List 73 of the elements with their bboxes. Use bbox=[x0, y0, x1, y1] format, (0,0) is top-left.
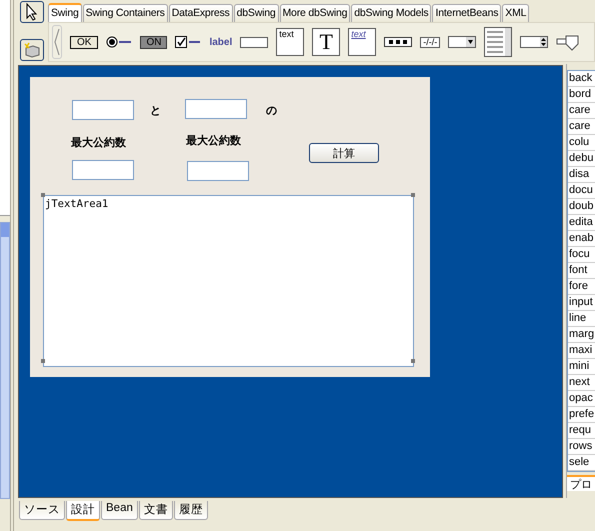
form-label: 最大公約数 bbox=[186, 133, 241, 148]
property-name[interactable]: colu bbox=[568, 135, 595, 151]
property-name[interactable]: mini bbox=[568, 359, 595, 375]
property-name[interactable]: font bbox=[568, 263, 595, 279]
property-name[interactable]: bord bbox=[568, 87, 595, 103]
property-name[interactable]: prefe bbox=[568, 407, 595, 423]
form-label: の bbox=[266, 103, 277, 118]
list-icon[interactable] bbox=[484, 27, 512, 57]
calculate-button[interactable]: 計算 bbox=[309, 143, 379, 163]
text-pane-component[interactable]: T bbox=[312, 28, 340, 56]
property-name[interactable]: sele bbox=[568, 455, 595, 471]
property-name[interactable]: disa bbox=[568, 167, 595, 183]
text-area-component[interactable]: text bbox=[276, 28, 304, 56]
view-tab[interactable]: 履歴 bbox=[174, 501, 208, 520]
palette-tab[interactable]: More dbSwing bbox=[280, 4, 350, 22]
palette-tab[interactable]: XML bbox=[502, 4, 530, 22]
bean-tool[interactable] bbox=[20, 39, 44, 61]
resize-handle[interactable] bbox=[41, 193, 45, 197]
text-area[interactable]: jTextArea1 bbox=[43, 195, 414, 367]
form-label: 最大公約数 bbox=[71, 135, 126, 150]
property-name[interactable]: marg bbox=[568, 327, 595, 343]
property-name[interactable]: docu bbox=[568, 183, 595, 199]
view-tab[interactable]: 設計 bbox=[66, 501, 100, 521]
palette-tab[interactable]: InternetBeans bbox=[432, 4, 502, 22]
pointer-tool[interactable] bbox=[20, 1, 44, 23]
input-field[interactable] bbox=[187, 161, 249, 181]
palette-tab[interactable]: Swing bbox=[48, 3, 82, 22]
property-name[interactable]: back bbox=[568, 71, 595, 87]
property-name[interactable]: edita bbox=[568, 215, 595, 231]
resize-handle[interactable] bbox=[411, 193, 415, 197]
editor-pane-component[interactable]: text bbox=[348, 28, 376, 56]
view-tab[interactable]: Bean bbox=[101, 501, 138, 520]
property-name[interactable]: care bbox=[568, 119, 595, 135]
palette-tab[interactable]: DataExpress bbox=[168, 4, 233, 22]
input-field[interactable] bbox=[185, 99, 247, 119]
property-name[interactable]: enab bbox=[568, 231, 595, 247]
property-name[interactable]: maxi bbox=[568, 343, 595, 359]
panel-header bbox=[1, 223, 9, 237]
property-name[interactable]: focu bbox=[568, 247, 595, 263]
resize-handle[interactable] bbox=[41, 359, 45, 363]
view-tab[interactable]: ソース bbox=[19, 501, 65, 520]
property-name[interactable]: debu bbox=[568, 151, 595, 167]
text-field-component[interactable] bbox=[240, 36, 268, 48]
input-field[interactable] bbox=[72, 100, 134, 120]
pointer-icon bbox=[24, 3, 40, 21]
checkbox-icon[interactable] bbox=[175, 36, 202, 48]
label-component[interactable]: label bbox=[209, 36, 232, 48]
property-name[interactable]: opac bbox=[568, 391, 595, 407]
property-name[interactable]: doub bbox=[568, 199, 595, 215]
spinner-icon[interactable] bbox=[520, 36, 548, 48]
property-name[interactable]: requ bbox=[568, 423, 595, 439]
radio-button-icon[interactable] bbox=[106, 36, 132, 48]
toggle-component[interactable]: ON bbox=[140, 36, 168, 48]
palette-tab[interactable]: dbSwing bbox=[234, 4, 279, 22]
properties-tab[interactable]: プロ bbox=[567, 475, 595, 491]
password-field-icon[interactable] bbox=[384, 37, 412, 47]
palette-tab[interactable]: Swing Containers bbox=[82, 4, 168, 22]
input-field[interactable] bbox=[72, 160, 134, 180]
property-name[interactable]: care bbox=[568, 103, 595, 119]
property-name[interactable]: fore bbox=[568, 279, 595, 295]
box-icon bbox=[23, 42, 41, 58]
form-label: と bbox=[150, 103, 161, 118]
scroll-left-button[interactable] bbox=[52, 25, 62, 59]
property-name[interactable]: next bbox=[568, 375, 595, 391]
view-tab[interactable]: 文書 bbox=[138, 501, 173, 520]
resize-handle[interactable] bbox=[411, 359, 415, 363]
palette-tab[interactable]: dbSwing Models bbox=[351, 4, 432, 22]
property-name[interactable]: rows bbox=[568, 439, 595, 455]
property-name[interactable]: line bbox=[568, 311, 595, 327]
button-component[interactable]: OK bbox=[70, 36, 98, 48]
formatted-field-component[interactable]: -/-/- bbox=[420, 36, 440, 48]
property-name[interactable]: input bbox=[568, 295, 595, 311]
combo-box-icon[interactable] bbox=[448, 36, 476, 48]
